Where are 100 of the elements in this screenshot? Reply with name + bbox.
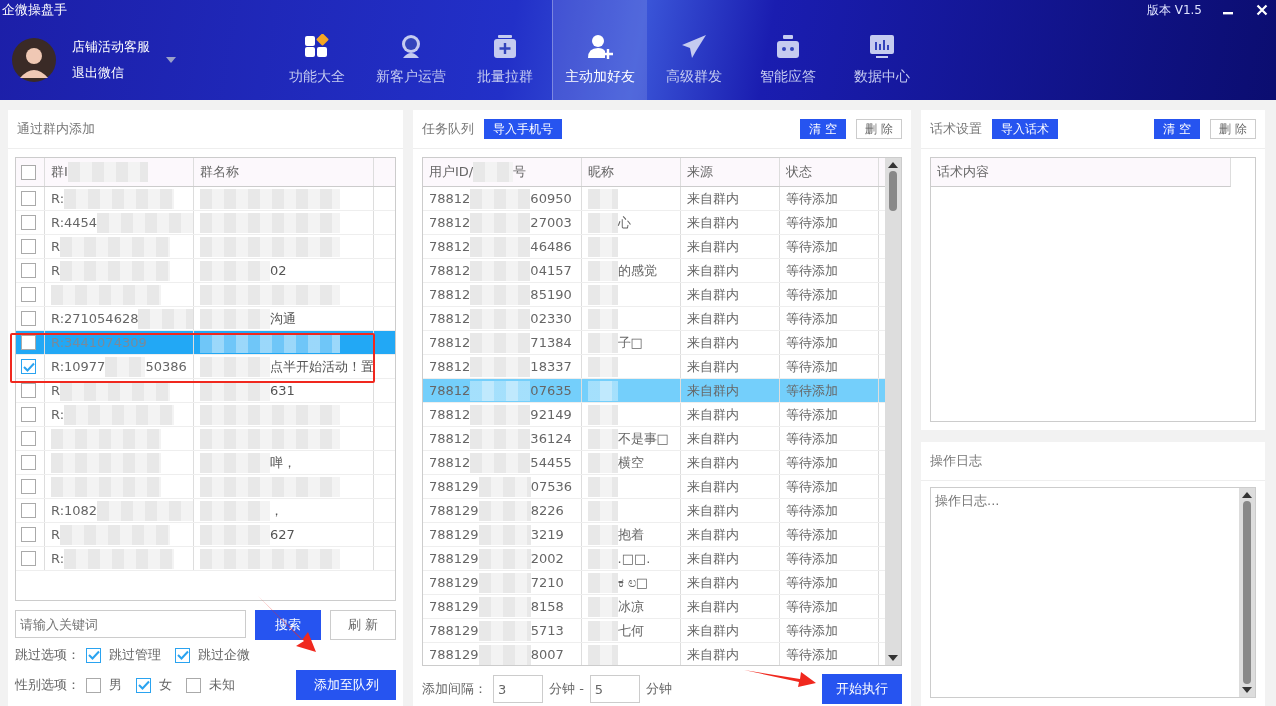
queue-row[interactable]: 78812 71384 子□ 来自群内 等待添加 — [423, 331, 885, 355]
row-checkbox[interactable] — [21, 383, 36, 398]
scroll-up-icon[interactable] — [888, 162, 898, 168]
grid-icon — [304, 34, 330, 60]
group-row[interactable]: R: — [16, 403, 395, 427]
queue-row[interactable]: 78812 02330 来自群内 等待添加 — [423, 307, 885, 331]
row-checkbox[interactable] — [21, 527, 36, 542]
row-checkbox[interactable] — [21, 287, 36, 302]
nav-tab[interactable]: 主动加好友 — [552, 0, 647, 100]
queue-row[interactable]: 78812 85190 来自群内 等待添加 — [423, 283, 885, 307]
group-row[interactable] — [16, 427, 395, 451]
row-checkbox[interactable] — [21, 407, 36, 422]
clear-button[interactable]: 清 空 — [1154, 119, 1201, 139]
delete-button[interactable]: 删 除 — [856, 119, 902, 139]
source-text: 来自群内 — [686, 621, 739, 640]
min-interval-field[interactable]: 3 — [493, 675, 543, 703]
group-row[interactable]: R 627 — [16, 523, 395, 547]
column-header: 群名称 — [200, 163, 239, 181]
row-checkbox[interactable] — [21, 551, 36, 566]
queue-row[interactable]: 78812 36124 不是事□ 来自群内 等待添加 — [423, 427, 885, 451]
queue-row[interactable]: 788129 2002 .□□. 来自群内 等待添加 — [423, 547, 885, 571]
row-checkbox[interactable] — [21, 311, 36, 326]
group-row[interactable]: R:4454 — [16, 211, 395, 235]
nav-tab[interactable]: 智能应答 — [741, 0, 835, 100]
row-checkbox[interactable] — [21, 239, 36, 254]
scrollbar[interactable] — [885, 158, 901, 665]
option-checkbox[interactable] — [86, 677, 101, 693]
queue-row[interactable]: 78812 54455 横空 来自群内 等待添加 — [423, 451, 885, 475]
close-icon[interactable] — [1256, 4, 1268, 16]
queue-row[interactable]: 788129 5713 七何 来自群内 等待添加 — [423, 619, 885, 643]
user-id-text: 78812 — [429, 431, 471, 446]
search-button[interactable]: 搜索 — [255, 610, 322, 640]
add-to-queue-button[interactable]: 添加至队列 — [296, 670, 396, 700]
scroll-thumb[interactable] — [889, 171, 897, 211]
nav-tab[interactable]: 数据中心 — [835, 0, 929, 100]
group-row[interactable]: R 631 — [16, 379, 395, 403]
nav-tab[interactable]: 新客户运营 — [364, 0, 458, 100]
queue-row[interactable]: 788129 07536 来自群内 等待添加 — [423, 475, 885, 499]
row-checkbox[interactable] — [21, 263, 36, 278]
logout-link[interactable]: 退出微信 — [72, 64, 150, 82]
row-checkbox[interactable] — [21, 479, 36, 494]
clear-button[interactable]: 清 空 — [800, 119, 847, 139]
option-checkbox[interactable] — [136, 677, 151, 693]
group-row[interactable]: R 02 — [16, 259, 395, 283]
queue-row[interactable]: 788129 7210 ಕ ಲ□ 来自群内 等待添加 — [423, 571, 885, 595]
group-row[interactable]: R: — [16, 547, 395, 571]
option-checkbox[interactable] — [175, 647, 190, 663]
user-id-text: 8226 — [530, 503, 564, 518]
queue-row[interactable]: 78812 92149 来自群内 等待添加 — [423, 403, 885, 427]
group-row[interactable]: R:10977 50386 点半开始活动！置 — [16, 355, 395, 379]
max-interval-field[interactable]: 5 — [589, 675, 640, 703]
queue-row[interactable]: 78812 60950 来自群内 等待添加 — [423, 187, 885, 211]
row-checkbox[interactable] — [21, 455, 36, 470]
queue-row[interactable]: 78812 46486 来自群内 等待添加 — [423, 235, 885, 259]
row-checkbox[interactable] — [21, 503, 36, 518]
nav-tab[interactable]: 功能大全 — [270, 0, 364, 100]
nickname-text: 不是事□ — [617, 429, 669, 448]
nav-tab[interactable]: 批量拉群 — [458, 0, 552, 100]
user-id-text: 788129 — [429, 551, 479, 566]
queue-row[interactable]: 78812 27003 心 来自群内 等待添加 — [423, 211, 885, 235]
queue-row[interactable]: 788129 8158 冰凉 来自群内 等待添加 — [423, 595, 885, 619]
group-row[interactable]: R:1082 ， — [16, 499, 395, 523]
queue-row[interactable]: 788129 8226 来自群内 等待添加 — [423, 499, 885, 523]
row-checkbox[interactable] — [21, 431, 36, 446]
scroll-down-icon[interactable] — [888, 655, 898, 661]
group-row[interactable] — [16, 283, 395, 307]
row-checkbox[interactable] — [21, 359, 36, 374]
keyword-search-field[interactable]: 请输入关键词 — [15, 610, 247, 638]
nickname-text: 七何 — [617, 621, 644, 640]
scroll-down-icon[interactable] — [1242, 687, 1252, 693]
row-checkbox[interactable] — [21, 335, 36, 350]
redaction-mosaic — [478, 644, 531, 665]
group-row[interactable]: 啴， — [16, 451, 395, 475]
status-text: 等待添加 — [785, 573, 838, 592]
import-script-button[interactable]: 导入话术 — [992, 119, 1058, 139]
start-button[interactable]: 开始执行 — [822, 674, 902, 704]
scroll-thumb[interactable] — [1243, 501, 1251, 684]
column-header: 号 — [513, 163, 527, 181]
option-checkbox[interactable] — [86, 647, 101, 663]
user-id-text: 18337 — [530, 359, 572, 374]
import-phone-button[interactable]: 导入手机号 — [484, 119, 562, 139]
queue-row[interactable]: 788129 8007 来自群内 等待添加 — [423, 643, 885, 665]
scroll-up-icon[interactable] — [1242, 492, 1252, 498]
group-row[interactable]: R: — [16, 187, 395, 211]
queue-row[interactable]: 788129 3219 抱着 来自群内 等待添加 — [423, 523, 885, 547]
panel-title: 话术设置 — [930, 120, 982, 138]
group-name-text: 02 — [270, 263, 287, 278]
nav-tab[interactable]: 高级群发 — [647, 0, 741, 100]
queue-row[interactable]: 78812 07635 来自群内 等待添加 — [423, 379, 885, 403]
dropdown-caret-icon[interactable] — [166, 57, 176, 63]
row-checkbox[interactable] — [21, 191, 36, 206]
group-row[interactable]: R — [16, 235, 395, 259]
row-checkbox[interactable] — [21, 215, 36, 230]
option-checkbox[interactable] — [186, 677, 201, 693]
group-row[interactable] — [16, 475, 395, 499]
delete-button[interactable]: 删 除 — [1210, 119, 1256, 139]
select-all-checkbox[interactable] — [21, 164, 36, 180]
refresh-button[interactable]: 刷 新 — [330, 610, 396, 640]
queue-row[interactable]: 78812 04157 的感觉 来自群内 等待添加 — [423, 259, 885, 283]
panel-title: 通过群内添加 — [17, 120, 95, 138]
